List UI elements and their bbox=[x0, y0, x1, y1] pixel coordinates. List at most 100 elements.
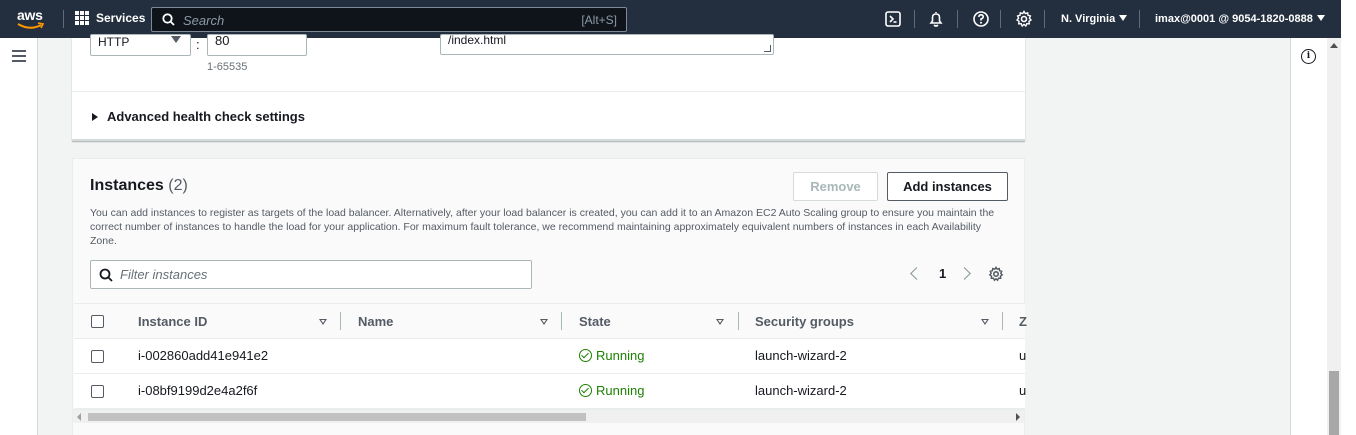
scroll-left-icon[interactable] bbox=[77, 413, 81, 421]
check-circle-icon bbox=[579, 349, 592, 362]
column-resizer[interactable] bbox=[1002, 312, 1003, 330]
help-icon[interactable] bbox=[972, 10, 990, 28]
row-checkbox[interactable] bbox=[91, 350, 104, 363]
previous-page-icon[interactable] bbox=[910, 267, 923, 280]
services-label: Services bbox=[96, 11, 146, 25]
sort-icon[interactable] bbox=[716, 319, 724, 325]
path-value: /index.html bbox=[448, 33, 507, 47]
caret-right-icon bbox=[92, 112, 98, 121]
pagination: 1 bbox=[906, 266, 972, 281]
instance-id-cell: i-08bf9199d2e4a2f6f bbox=[138, 383, 258, 398]
instances-description: You can add instances to register as tar… bbox=[90, 207, 995, 247]
port-separator: : bbox=[196, 37, 200, 52]
advanced-health-check-toggle[interactable]: Advanced health check settings bbox=[92, 109, 305, 124]
instances-heading: Instances (2) bbox=[90, 177, 188, 195]
nav-divider bbox=[1044, 10, 1045, 28]
column-resizer[interactable] bbox=[561, 312, 562, 330]
health-check-path-input[interactable]: /index.html bbox=[440, 33, 774, 55]
instances-panel: Instances (2) Remove Add instances You c… bbox=[72, 158, 1027, 435]
search-shortcut: [Alt+S] bbox=[581, 13, 617, 27]
table-horizontal-scrollbar[interactable] bbox=[73, 409, 1024, 423]
health-check-port-input[interactable]: 80 bbox=[207, 33, 307, 56]
services-menu-button[interactable]: Services bbox=[75, 11, 145, 25]
port-value: 80 bbox=[215, 33, 230, 48]
account-menu[interactable]: imax@0001 @ 9054-1820-0888 bbox=[1155, 13, 1325, 25]
column-header-zone[interactable]: Z bbox=[1019, 314, 1027, 329]
table-preferences-gear-icon[interactable] bbox=[988, 266, 1004, 282]
search-icon bbox=[99, 268, 113, 282]
check-circle-icon bbox=[579, 384, 592, 397]
row-checkbox[interactable] bbox=[91, 385, 104, 398]
dropdown-arrow-icon bbox=[171, 36, 181, 43]
hamburger-menu-icon[interactable] bbox=[12, 50, 26, 65]
sort-icon[interactable] bbox=[981, 319, 989, 325]
filter-instances-input[interactable]: Filter instances bbox=[90, 260, 532, 289]
cloudshell-icon[interactable] bbox=[884, 10, 902, 28]
search-placeholder: Search bbox=[183, 13, 225, 28]
bell-icon[interactable] bbox=[927, 10, 945, 28]
column-header-name[interactable]: Name bbox=[358, 314, 393, 329]
state-text: Running bbox=[596, 383, 645, 398]
resize-handle-icon[interactable] bbox=[764, 45, 771, 52]
add-instances-button[interactable]: Add instances bbox=[887, 172, 1008, 201]
caret-down-icon bbox=[1119, 15, 1128, 21]
scroll-up-icon[interactable] bbox=[1330, 43, 1338, 48]
top-navigation: aws Services Search [Alt+S] N. Virginia … bbox=[0, 0, 1341, 38]
instances-count: (2) bbox=[168, 177, 188, 194]
protocol-value: HTTP bbox=[98, 35, 130, 49]
scrollbar-thumb[interactable] bbox=[1329, 371, 1339, 435]
health-check-panel: HTTP : 80 1-65535 /index.html Advanced h… bbox=[72, 33, 1025, 141]
right-tools-rail: i bbox=[1290, 38, 1327, 435]
region-label: N. Virginia bbox=[1061, 13, 1116, 25]
table-row[interactable]: i-002860add41e941e2 Running launch-wizar… bbox=[74, 339, 1027, 374]
search-icon bbox=[162, 13, 175, 26]
state-cell: Running bbox=[579, 383, 644, 398]
page-vertical-scrollbar[interactable] bbox=[1327, 38, 1341, 435]
column-header-security-groups[interactable]: Security groups bbox=[755, 314, 854, 329]
aws-logo[interactable]: aws bbox=[16, 7, 48, 32]
sort-icon[interactable] bbox=[540, 319, 548, 325]
state-cell: Running bbox=[579, 348, 644, 363]
security-group-cell: launch-wizard-2 bbox=[755, 383, 847, 398]
region-selector[interactable]: N. Virginia bbox=[1061, 13, 1128, 25]
next-page-icon[interactable] bbox=[958, 267, 972, 280]
info-icon[interactable]: i bbox=[1301, 49, 1316, 64]
nav-divider bbox=[1139, 10, 1140, 28]
services-grid-icon bbox=[75, 11, 89, 25]
current-page-number[interactable]: 1 bbox=[939, 266, 946, 281]
nav-divider bbox=[957, 10, 958, 28]
gear-icon[interactable] bbox=[1015, 10, 1033, 28]
aws-smile-icon bbox=[17, 22, 45, 29]
caret-down-icon bbox=[1316, 15, 1325, 21]
column-resizer[interactable] bbox=[340, 312, 341, 330]
filter-placeholder: Filter instances bbox=[120, 267, 208, 282]
nav-divider bbox=[914, 10, 915, 28]
column-header-instance-id[interactable]: Instance ID bbox=[138, 314, 207, 329]
table-header-row: Instance ID Name State Security groups Z bbox=[74, 303, 1027, 339]
security-group-cell: launch-wizard-2 bbox=[755, 348, 847, 363]
instance-id-cell: i-002860add41e941e2 bbox=[138, 348, 269, 363]
remove-button[interactable]: Remove bbox=[793, 172, 878, 201]
aws-logo-text: aws bbox=[17, 7, 43, 23]
column-header-state[interactable]: State bbox=[579, 314, 611, 329]
port-range-hint: 1-65535 bbox=[207, 61, 248, 73]
scroll-right-icon[interactable] bbox=[1016, 413, 1020, 421]
select-all-checkbox[interactable] bbox=[91, 315, 104, 328]
global-search-input[interactable]: Search [Alt+S] bbox=[151, 7, 627, 32]
instances-title: Instances bbox=[90, 177, 164, 194]
table-row[interactable]: i-08bf9199d2e4a2f6f Running launch-wizar… bbox=[74, 374, 1027, 409]
nav-divider bbox=[63, 10, 64, 28]
nav-divider bbox=[1000, 10, 1001, 28]
state-text: Running bbox=[596, 348, 645, 363]
sort-icon[interactable] bbox=[319, 319, 327, 325]
account-label: imax@0001 @ 9054-1820-0888 bbox=[1155, 13, 1313, 25]
health-check-protocol-select[interactable]: HTTP bbox=[90, 34, 191, 56]
advanced-settings-label: Advanced health check settings bbox=[107, 109, 305, 124]
zone-cell: u bbox=[1019, 348, 1027, 363]
left-navigation-rail bbox=[0, 38, 38, 435]
column-resizer[interactable] bbox=[738, 312, 739, 330]
window-edge bbox=[1341, 0, 1356, 435]
zone-cell: u bbox=[1019, 383, 1027, 398]
section-divider bbox=[72, 91, 1025, 92]
scrollbar-thumb[interactable] bbox=[88, 413, 586, 421]
